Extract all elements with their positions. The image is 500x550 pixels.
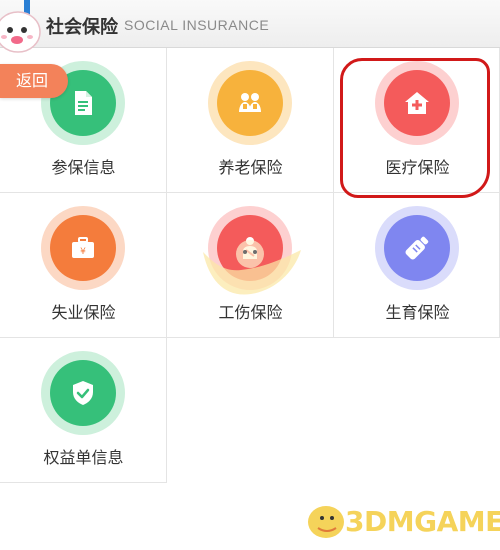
icon-ring <box>375 206 459 290</box>
icon-core: ¥ <box>50 215 116 281</box>
icon-ring <box>375 61 459 145</box>
tile-label: 生育保险 <box>385 303 450 322</box>
tile-label: 失业保险 <box>51 303 116 322</box>
mascot-icon <box>0 11 41 53</box>
svg-text:¥: ¥ <box>80 247 86 257</box>
tile-label: 医疗保险 <box>385 158 450 177</box>
tile-pension-insurance[interactable]: 养老保险 <box>167 48 334 193</box>
icon-core <box>384 215 450 281</box>
tile-label: 权益单信息 <box>43 448 124 467</box>
tile-label: 养老保险 <box>218 158 283 177</box>
icon-core <box>217 70 283 136</box>
icon-ring: ¥ <box>41 206 125 290</box>
document-icon <box>75 91 92 115</box>
tile-medical-insurance[interactable]: 医疗保险 <box>334 48 500 193</box>
tile-label: 参保信息 <box>51 158 116 177</box>
tile-unemployment-insurance[interactable]: ¥ 失业保险 <box>0 193 167 338</box>
baby-bottle-icon <box>405 236 429 260</box>
icon-ring <box>41 351 125 435</box>
hospital-icon <box>405 92 429 114</box>
briefcase-icon: ¥ <box>72 237 94 258</box>
back-button[interactable]: 返回 <box>0 64 68 98</box>
elderly-couple-icon <box>239 93 261 112</box>
tile-label: 工伤保险 <box>218 303 283 322</box>
icon-core <box>50 360 116 426</box>
tile-rights-info[interactable]: 权益单信息 <box>0 338 167 483</box>
page-title: 社会保险 <box>46 17 118 38</box>
watermark-text: 3DMGAME <box>345 505 500 538</box>
shield-check-icon <box>73 381 93 405</box>
header-bar: 社会保险 SOCIAL INSURANCE <box>0 0 500 48</box>
page-subtitle: SOCIAL INSURANCE <box>124 17 270 33</box>
icon-core <box>384 70 450 136</box>
tile-maternity-insurance[interactable]: 生育保险 <box>334 193 500 338</box>
watermark-mascot-icon <box>203 240 301 295</box>
icon-ring <box>208 61 292 145</box>
